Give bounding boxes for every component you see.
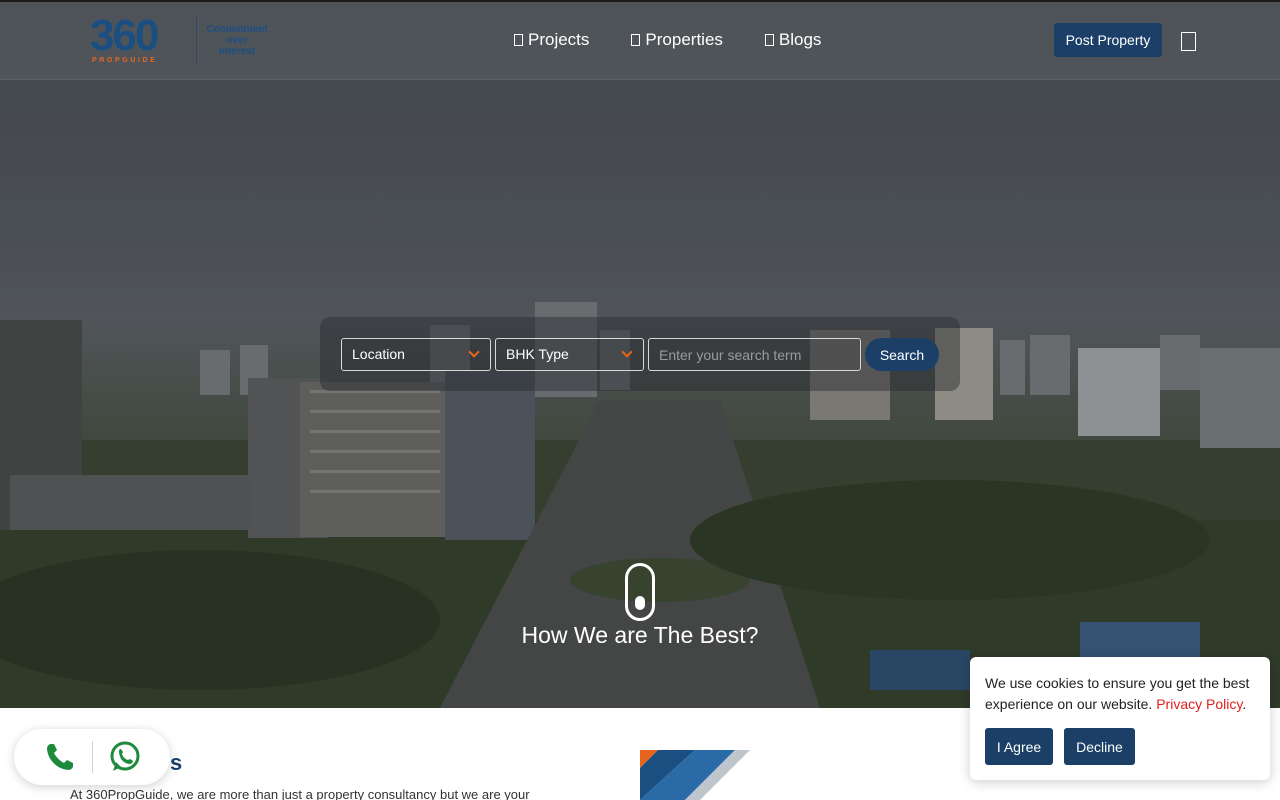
privacy-policy-link[interactable]: Privacy Policy [1156, 696, 1242, 712]
nav-label: Properties [645, 30, 723, 49]
nav-label: Blogs [778, 30, 822, 49]
whatsapp-icon[interactable] [108, 740, 142, 774]
chevron-down-icon [468, 346, 480, 358]
logo-tagline-line: Commitment [206, 24, 268, 35]
about-section-text: At 360PropGuide, we are more than just a… [70, 787, 530, 800]
building-icon [514, 34, 523, 46]
blog-icon [764, 34, 774, 46]
search-button[interactable]: Search [865, 338, 939, 371]
location-select[interactable]: Location [341, 338, 491, 371]
nav-blogs[interactable]: Blogs [764, 30, 822, 50]
cookie-decline-button[interactable]: Decline [1064, 728, 1135, 765]
bhk-type-select[interactable]: BHK Type [495, 338, 644, 371]
menu-icon[interactable] [1181, 32, 1196, 51]
site-logo[interactable]: 360 PROPGUIDE Commitment over Interest [90, 12, 275, 70]
site-header: 360 PROPGUIDE Commitment over Interest P… [0, 2, 1280, 80]
hero-tagline: How We are The Best? [521, 622, 759, 648]
logo-tagline-line: Interest [218, 46, 256, 57]
main-nav: Projects Properties Blogs [514, 30, 821, 50]
logo-tagline: Commitment over Interest [202, 24, 272, 57]
scroll-mouse-icon[interactable] [625, 563, 655, 621]
about-section-title: s [170, 750, 183, 775]
nav-projects[interactable]: Projects [514, 30, 589, 50]
search-input[interactable] [648, 338, 861, 371]
location-select-value: Location [352, 346, 405, 362]
floating-contact-bar [14, 729, 170, 785]
nav-properties[interactable]: Properties [631, 30, 723, 50]
logo-wordmark: PROPGUIDE [92, 57, 158, 64]
chevron-down-icon [621, 346, 633, 358]
cookie-link-suffix: . [1242, 696, 1247, 712]
cookie-consent-popup: We use cookies to ensure you get the bes… [970, 657, 1270, 780]
bhk-select-value: BHK Type [506, 346, 569, 362]
logo-divider [196, 16, 197, 64]
phone-icon[interactable] [44, 741, 76, 773]
about-section-graphic [640, 750, 750, 800]
logo-number: 360 [90, 11, 159, 60]
scroll-wheel-dot [635, 596, 645, 610]
logo-tagline-line: over [226, 35, 248, 46]
nav-label: Projects [528, 30, 590, 49]
post-property-button[interactable]: Post Property [1054, 23, 1162, 57]
home-icon [631, 34, 641, 46]
cookie-agree-button[interactable]: I Agree [985, 728, 1053, 765]
contact-divider [92, 741, 93, 773]
cookie-message: We use cookies to ensure you get the bes… [985, 673, 1260, 715]
